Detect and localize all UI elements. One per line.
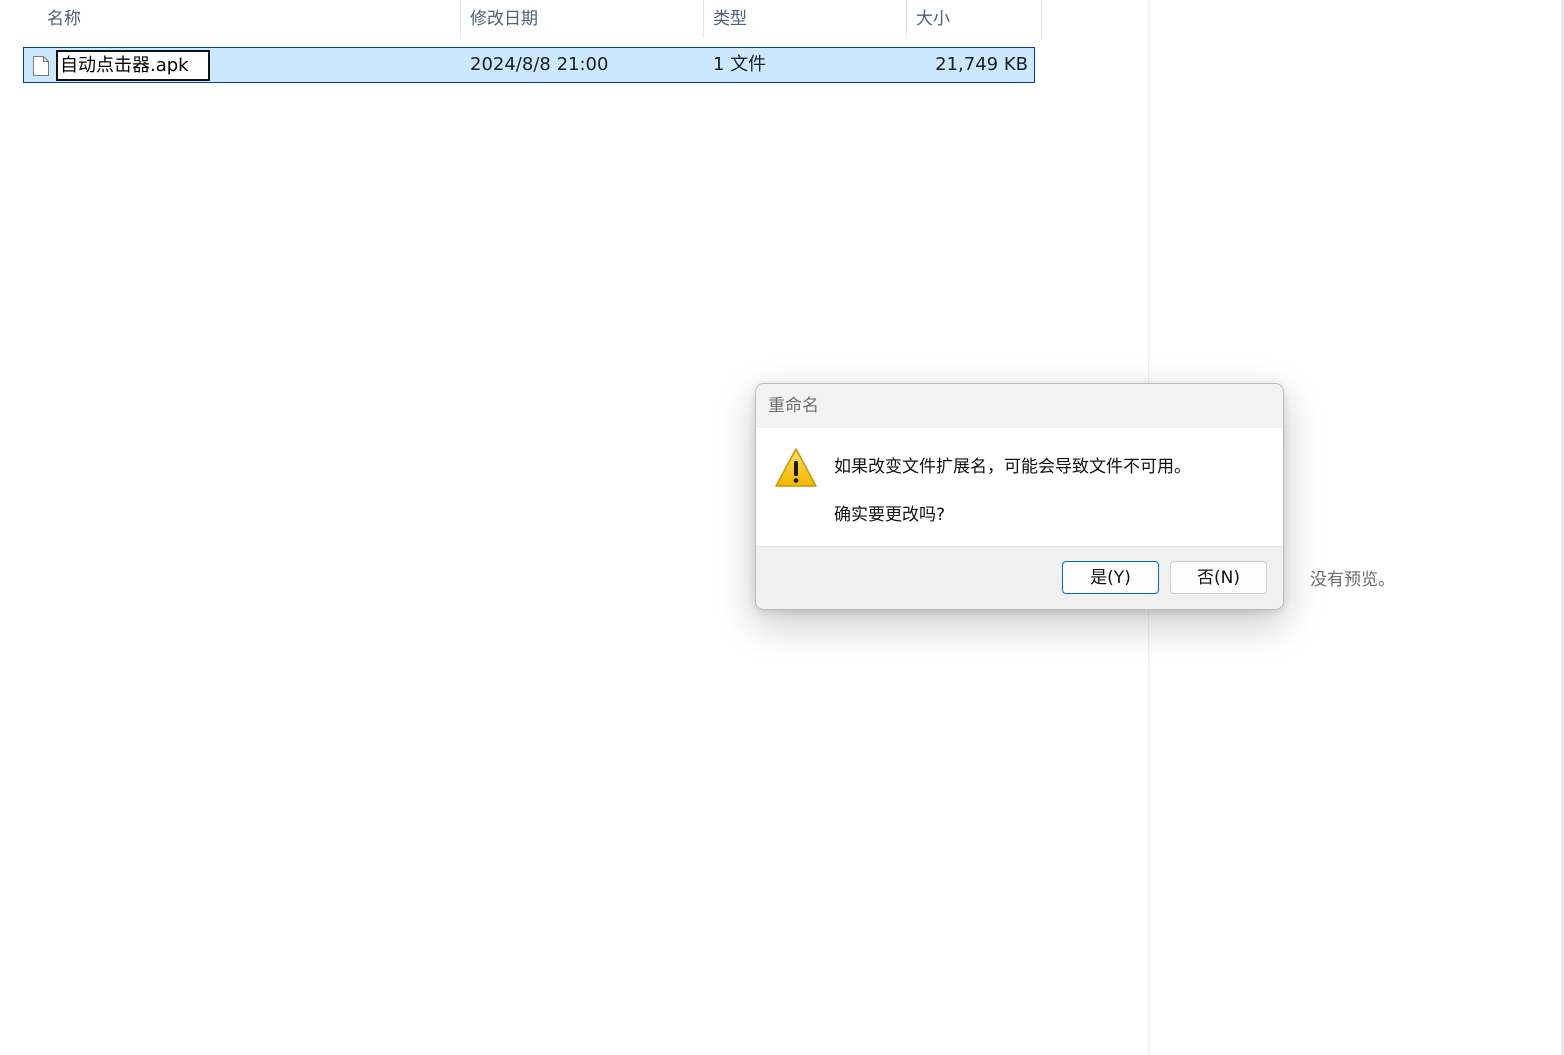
rename-input[interactable]: 自动点击器.apk bbox=[56, 50, 210, 81]
column-divider[interactable] bbox=[703, 0, 704, 38]
dialog-button-bar: 是(Y) 否(N) bbox=[756, 546, 1283, 609]
dialog-question: 确实要更改吗? bbox=[834, 505, 946, 525]
column-header-size[interactable]: 大小 bbox=[916, 0, 1036, 38]
file-type: 1 文件 bbox=[713, 54, 767, 75]
yes-button[interactable]: 是(Y) bbox=[1062, 561, 1159, 594]
dialog-title[interactable]: 重命名 bbox=[756, 384, 1283, 428]
warning-icon bbox=[775, 448, 817, 487]
file-size: 21,749 KB bbox=[935, 54, 1028, 75]
dialog-message: 如果改变文件扩展名，可能会导致文件不可用。 bbox=[834, 457, 1191, 477]
blank-file-icon bbox=[33, 56, 49, 76]
file-row-selected[interactable]: 自动点击器.apk 2024/8/8 21:00 1 文件 21,749 KB bbox=[23, 47, 1035, 83]
column-header-bar: 名称 ^ 修改日期 类型 大小 bbox=[0, 0, 1042, 38]
column-divider[interactable] bbox=[1041, 0, 1042, 38]
column-divider[interactable] bbox=[906, 0, 907, 38]
sort-ascending-icon: ^ bbox=[244, 0, 254, 8]
column-header-type[interactable]: 类型 bbox=[713, 0, 903, 38]
rename-confirm-dialog: 重命名 如果改变文件扩展名，可能会导致文件不可用。 确实要更改吗? 是(Y) 否… bbox=[755, 383, 1284, 610]
preview-pane-message: 没有预览。 bbox=[1310, 570, 1395, 590]
column-header-modified[interactable]: 修改日期 bbox=[470, 0, 700, 38]
column-divider[interactable] bbox=[460, 0, 461, 38]
no-button[interactable]: 否(N) bbox=[1170, 561, 1267, 594]
file-modified-date: 2024/8/8 21:00 bbox=[470, 54, 609, 75]
